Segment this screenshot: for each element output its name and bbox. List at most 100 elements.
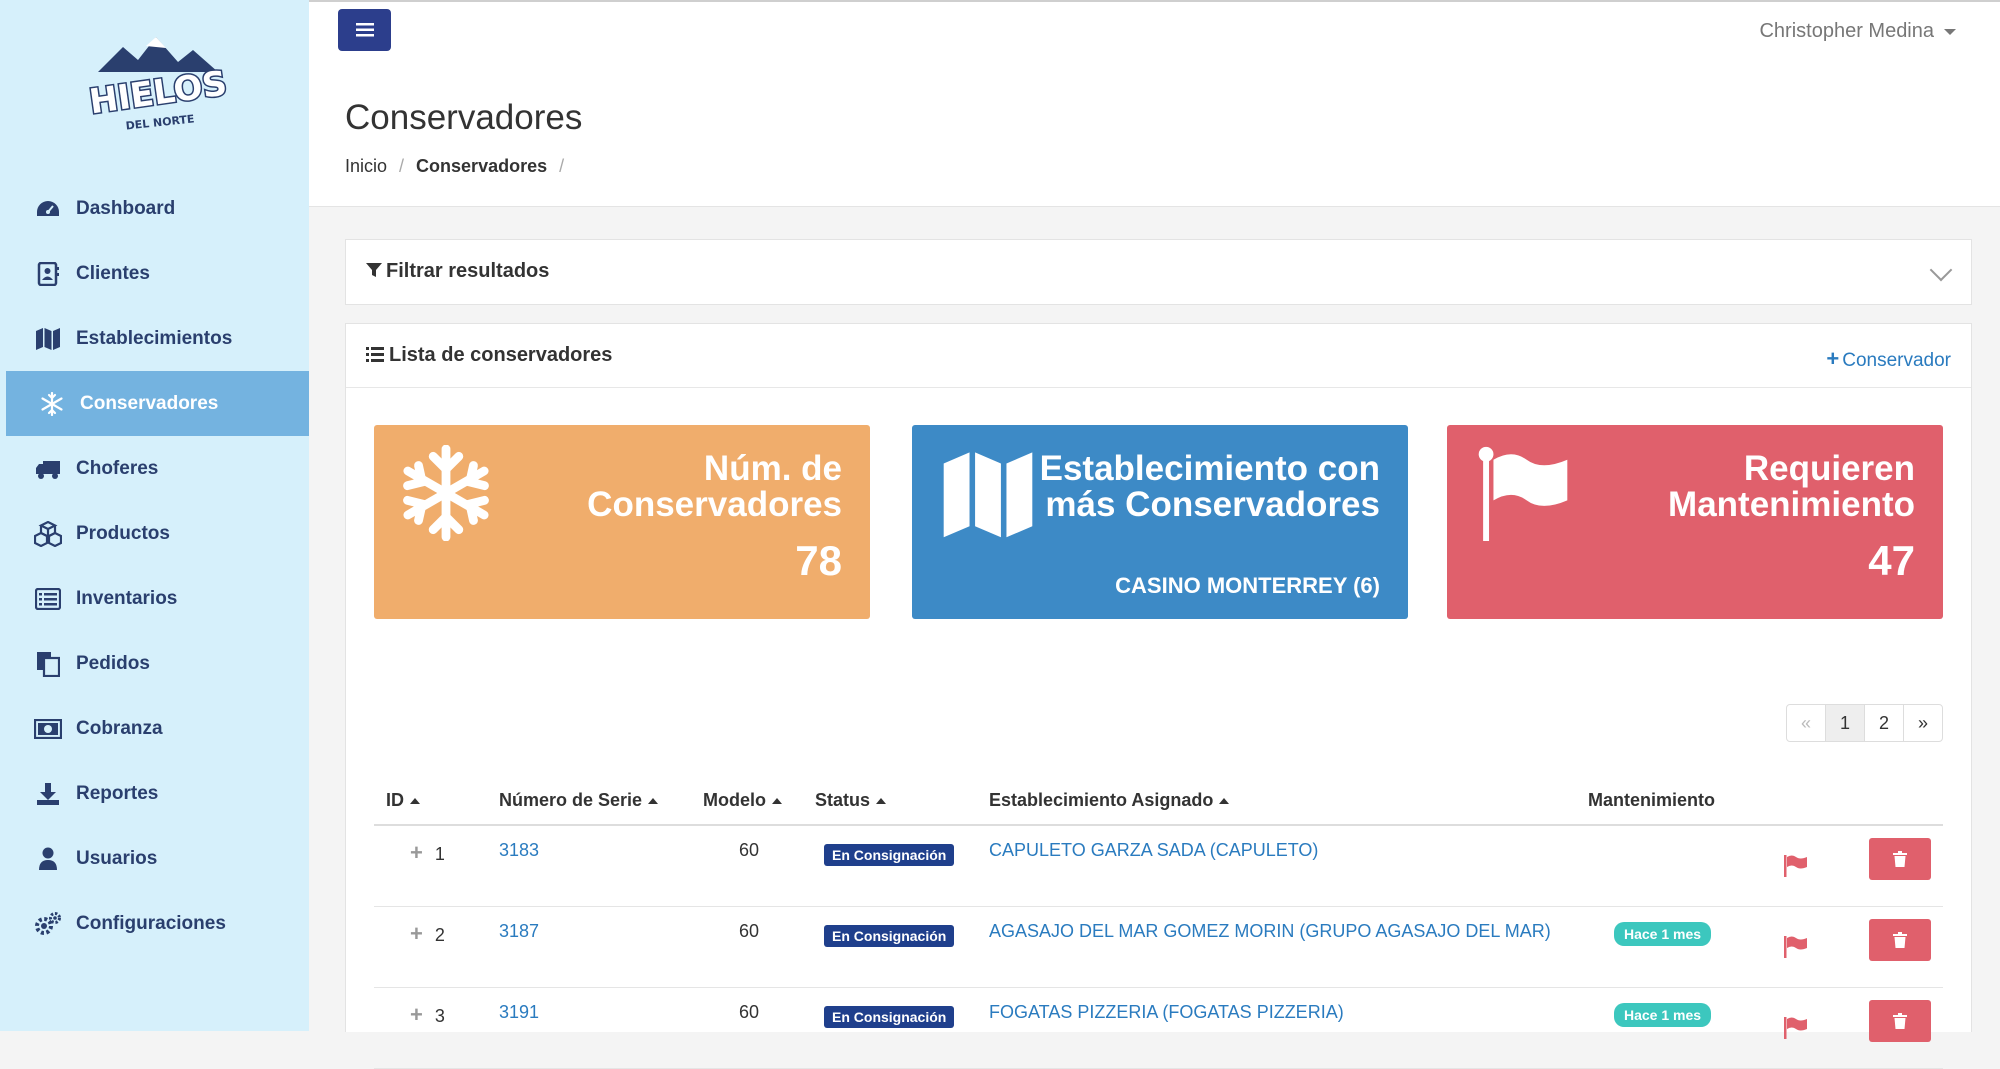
user-icon: [34, 845, 62, 873]
pagination-page[interactable]: 1: [1825, 705, 1864, 741]
cell-serie-link[interactable]: 3191: [499, 1002, 539, 1023]
header-label: Número de Serie: [499, 790, 643, 810]
filter-title-text: Filtrar resultados: [386, 260, 550, 282]
cell-establecimiento-link[interactable]: FOGATAS PIZZERIA (FOGATAS PIZZERIA): [989, 1002, 1344, 1023]
list-title-text: Lista de conservadores: [389, 344, 613, 366]
cell-serie-link[interactable]: 3183: [499, 840, 539, 861]
card-title-line: Núm. de: [703, 449, 842, 488]
cell-establecimiento-link[interactable]: CAPULETO GARZA SADA (CAPULETO): [989, 840, 1318, 861]
sidebar-item-label: Dashboard: [76, 197, 176, 219]
cell-establecimiento-link[interactable]: AGASAJO DEL MAR GOMEZ MORIN (GRUPO AGASA…: [989, 921, 1551, 942]
expand-plus-icon[interactable]: +: [410, 840, 423, 865]
delete-button[interactable]: [1869, 838, 1931, 880]
sidebar-item-cobranza[interactable]: Cobranza: [0, 696, 309, 761]
hamburger-menu-button[interactable]: [338, 9, 391, 51]
sidebar-item-clientes[interactable]: Clientes: [0, 241, 309, 306]
snowflake-icon: [38, 390, 66, 418]
user-name: Christopher Medina: [1759, 20, 1934, 42]
sidebar-item-choferes[interactable]: Choferes: [0, 436, 309, 501]
breadcrumb-home[interactable]: Inicio: [345, 156, 387, 176]
pagination-prev[interactable]: «: [1787, 705, 1825, 741]
user-menu[interactable]: Christopher Medina: [1759, 20, 1956, 43]
sidebar-item-configuraciones[interactable]: Configuraciones: [0, 891, 309, 956]
cell-modelo: 60: [739, 1002, 760, 1022]
cell-mantenimiento: Hace 1 mes: [1614, 922, 1712, 946]
delete-button[interactable]: [1869, 919, 1931, 961]
sidebar-item-usuarios[interactable]: Usuarios: [0, 826, 309, 891]
header-label: Mantenimiento: [1588, 790, 1716, 810]
header-label: Establecimiento Asignado: [989, 790, 1214, 810]
money-icon: [34, 715, 62, 743]
gears-icon: [34, 910, 62, 938]
filter-panel[interactable]: Filtrar resultados: [345, 239, 1972, 305]
cell-status: En Consignación: [824, 1006, 955, 1028]
chevron-down-icon[interactable]: [1929, 258, 1953, 282]
column-header-establecimiento[interactable]: Establecimiento Asignado: [989, 790, 1230, 811]
sidebar-item-establecimientos[interactable]: Establecimientos: [0, 306, 309, 371]
sidebar-item-label: Conservadores: [80, 392, 219, 414]
sidebar-item-label: Usuarios: [76, 847, 158, 869]
pagination-page[interactable]: 2: [1864, 705, 1903, 741]
card-value: CASINO MONTERREY (6): [1115, 573, 1380, 598]
card-title-line: más Conservadores: [1045, 485, 1380, 524]
breadcrumb: Inicio / Conservadores /: [345, 156, 576, 177]
snowflake-icon: [403, 445, 489, 541]
filter-icon: [366, 263, 382, 277]
trash-icon: [1893, 1013, 1907, 1029]
status-badge: En Consignación: [824, 844, 955, 866]
expand-plus-icon[interactable]: +: [410, 921, 423, 946]
card-value: 78: [795, 537, 842, 584]
breadcrumb-separator: /: [399, 156, 405, 176]
cell-serie-link[interactable]: 3187: [499, 921, 539, 942]
cubes-icon: [34, 520, 62, 548]
files-icon: [34, 650, 62, 678]
pagination-next[interactable]: »: [1903, 705, 1942, 741]
sidebar-item-dashboard[interactable]: Dashboard: [0, 176, 309, 241]
column-header-serie[interactable]: Número de Serie: [499, 790, 659, 811]
list-panel-header: Lista de conservadores + Conservador: [346, 324, 1971, 388]
flag-icon[interactable]: [1783, 854, 1809, 878]
card-requieren-mantenimiento: Requieren Mantenimiento 47: [1447, 425, 1943, 619]
sidebar-nav: Dashboard Clientes Establecimientos Cons…: [0, 176, 309, 956]
status-badge: En Consignación: [824, 925, 955, 947]
delete-button[interactable]: [1869, 1000, 1931, 1042]
sidebar-item-conservadores[interactable]: Conservadores: [6, 371, 309, 436]
list-alt-icon: [34, 585, 62, 613]
column-header-id[interactable]: ID: [386, 790, 420, 811]
column-header-modelo[interactable]: Modelo: [703, 790, 782, 811]
sort-up-icon: [648, 798, 659, 805]
card-value: 47: [1868, 537, 1915, 584]
card-title-line: Mantenimiento: [1668, 485, 1915, 524]
map-icon: [34, 325, 62, 353]
card-title: Requieren Mantenimiento: [1668, 451, 1915, 523]
card-top-establecimiento: Establecimiento con más Conservadores CAS…: [912, 425, 1408, 619]
cell-modelo: 60: [739, 840, 760, 860]
flag-icon[interactable]: [1783, 1016, 1809, 1040]
add-conservador-label: Conservador: [1842, 350, 1951, 371]
sidebar-item-label: Clientes: [76, 262, 150, 284]
brand-logo[interactable]: HIELOS DEL NORTE: [88, 32, 228, 132]
cell-modelo: 60: [739, 921, 760, 941]
add-conservador-link[interactable]: + Conservador: [1826, 346, 1951, 372]
cell-id: +3: [410, 1002, 445, 1028]
sort-up-icon: [772, 798, 782, 805]
download-icon: [34, 780, 62, 808]
row-id: 2: [434, 925, 445, 945]
trash-icon: [1893, 932, 1907, 948]
sidebar-item-reportes[interactable]: Reportes: [0, 761, 309, 826]
pagination: « 1 2 »: [1786, 704, 1943, 742]
cell-mantenimiento: Hace 1 mes: [1614, 1003, 1712, 1027]
flag-icon[interactable]: [1783, 935, 1809, 959]
table-header: ID Número de Serie Modelo Status Estable…: [374, 774, 1943, 826]
expand-plus-icon[interactable]: +: [410, 1002, 423, 1027]
dashboard-icon: [34, 195, 62, 223]
sort-up-icon: [410, 798, 420, 805]
sort-up-icon: [1219, 798, 1230, 805]
sidebar-item-inventarios[interactable]: Inventarios: [0, 566, 309, 631]
row-id: 3: [434, 1006, 445, 1026]
table-row: +2 3187 60 En Consignación AGASAJO DEL M…: [374, 907, 1943, 988]
sidebar-item-productos[interactable]: Productos: [0, 501, 309, 566]
breadcrumb-current: Conservadores: [416, 156, 548, 176]
sidebar-item-pedidos[interactable]: Pedidos: [0, 631, 309, 696]
column-header-status[interactable]: Status: [815, 790, 887, 811]
